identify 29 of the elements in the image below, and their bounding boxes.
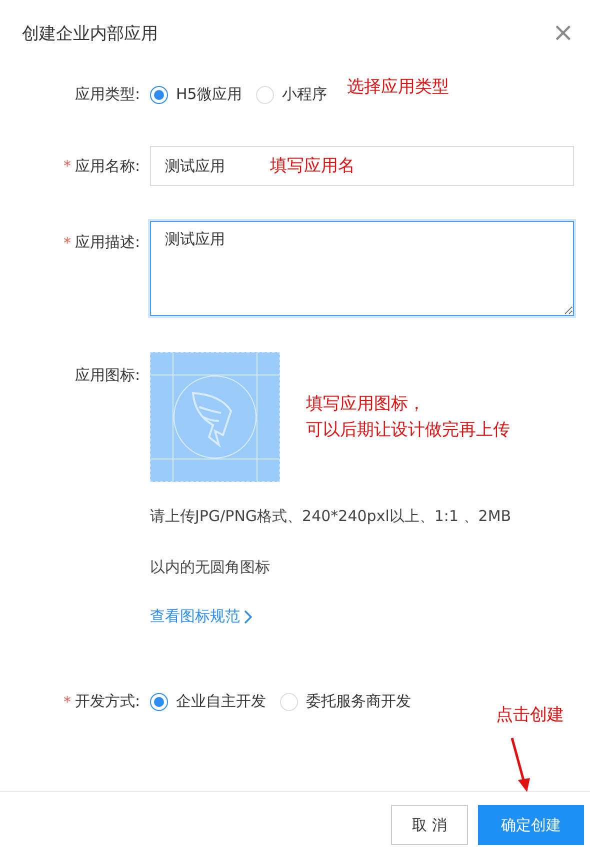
field-label: 应用图标:: [74, 366, 140, 385]
wing-logo-icon: [151, 353, 279, 481]
required-mark: *: [63, 157, 71, 175]
radio-button[interactable]: [150, 692, 168, 710]
required-mark: *: [63, 692, 71, 710]
radio-option[interactable]: H5微应用: [150, 85, 242, 104]
radio-option[interactable]: 小程序: [256, 85, 327, 104]
radio-button[interactable]: [150, 86, 168, 104]
description-input-field[interactable]: 测试应用: [150, 221, 574, 316]
cancel-button[interactable]: 取 消: [391, 805, 468, 845]
help-text: 请上传JPG/PNG格式、240*240pxl以上、1:1 、2MB: [150, 507, 512, 526]
annotation-text: 填写应用图标，: [306, 393, 426, 416]
chevron-right-icon: [242, 608, 254, 624]
annotation-text: 点击创建: [496, 704, 564, 727]
required-mark: *: [63, 234, 71, 252]
annotation-text: 可以后期让设计做完再上传: [306, 419, 510, 442]
field-label: 应用描述:: [74, 233, 140, 252]
radio-option[interactable]: 委托服务商开发: [280, 692, 411, 711]
close-button[interactable]: ×: [546, 20, 580, 46]
annotation-text: 选择应用类型: [346, 76, 449, 98]
dialog-title: 创建企业内部应用: [22, 22, 158, 44]
radio-option[interactable]: 企业自主开发: [150, 692, 266, 711]
icon-upload-area[interactable]: [150, 352, 280, 482]
annotation-text: 填写应用名: [270, 155, 355, 178]
help-text: 以内的无圆角图标: [150, 558, 271, 577]
field-label: 应用类型:: [74, 85, 140, 104]
name-input-field[interactable]: 测试应用 填写应用名: [150, 146, 574, 186]
field-label: 应用名称:: [74, 156, 140, 176]
field-label: 开发方式:: [74, 692, 140, 711]
